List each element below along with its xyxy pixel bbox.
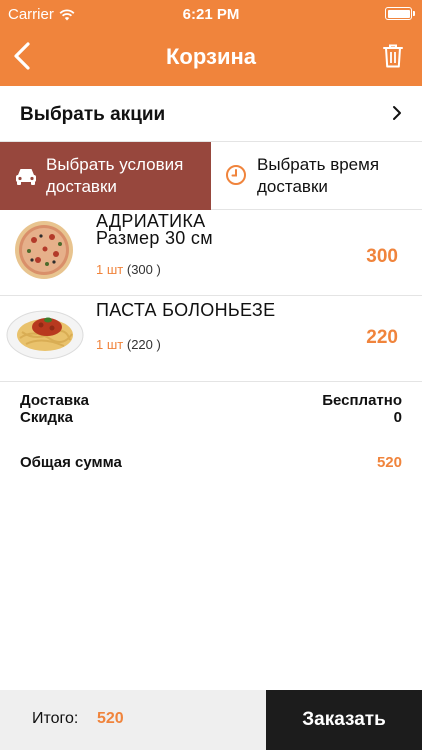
order-button[interactable]: Заказать <box>266 690 422 750</box>
select-promotions-row[interactable]: Выбрать акции <box>0 86 422 142</box>
item-quantity-detail: (300 ) <box>126 262 161 277</box>
item-price: 220 <box>366 327 398 348</box>
item-quantity-count: 1 шт <box>96 262 124 277</box>
item-quantity-detail: (220 ) <box>126 337 161 352</box>
footer-total-value: 520 <box>97 710 124 727</box>
pasta-image <box>6 310 84 360</box>
battery-icon <box>385 7 415 20</box>
car-icon <box>16 169 36 185</box>
select-promotions-label: Выбрать акции <box>20 104 166 125</box>
nav-bar: Корзина <box>0 28 422 86</box>
item-size: Размер 30 см <box>96 228 213 248</box>
footer-total-label: Итого: <box>32 710 79 727</box>
delivery-conditions-label: Выбрать условия доставки <box>46 155 184 196</box>
discount-row: Скидка 0 <box>20 409 402 427</box>
item-quantity: 1 шт (300 ) <box>96 262 161 277</box>
delivery-time-button[interactable]: Выбрать время доставки <box>211 142 422 210</box>
total-sum-label: Общая сумма <box>20 454 122 471</box>
delivery-row: Доставка Бесплатно <box>20 392 402 410</box>
total-sum-row: Общая сумма 520 <box>20 454 402 472</box>
pizza-image <box>15 221 73 279</box>
delivery-value: Бесплатно <box>322 392 402 409</box>
item-name: ПАСТА БОЛОНЬЕЗЕ <box>96 300 276 320</box>
item-quantity-count: 1 шт <box>96 337 124 352</box>
status-time: 6:21 PM <box>182 6 240 23</box>
top-bar: Carrier 6:21 PM Корзина <box>0 0 422 86</box>
clock-icon <box>226 165 246 185</box>
delivery-time-label: Выбрать время доставки <box>257 155 380 196</box>
chevron-right-icon <box>393 106 401 120</box>
page-title: Корзина <box>166 44 256 69</box>
item-price: 300 <box>366 246 398 267</box>
cart-item[interactable]: ПАСТА БОЛОНЬЕЗЕ 1 шт (220 ) 220 <box>0 296 422 382</box>
discount-label: Скидка <box>20 409 73 426</box>
cart-item[interactable]: АДРИАТИКА Размер 30 см 1 шт (300 ) 300 <box>0 210 422 296</box>
item-quantity: 1 шт (220 ) <box>96 337 161 352</box>
delivery-label: Доставка <box>20 392 89 409</box>
discount-value: 0 <box>393 409 402 426</box>
status-bar: Carrier 6:21 PM <box>0 0 422 28</box>
trash-icon[interactable] <box>382 43 404 69</box>
checkout-bar: Итого: 520 Заказать <box>0 690 422 750</box>
total-sum-value: 520 <box>376 454 402 471</box>
delivery-conditions-button[interactable]: Выбрать условия доставки <box>0 142 211 210</box>
